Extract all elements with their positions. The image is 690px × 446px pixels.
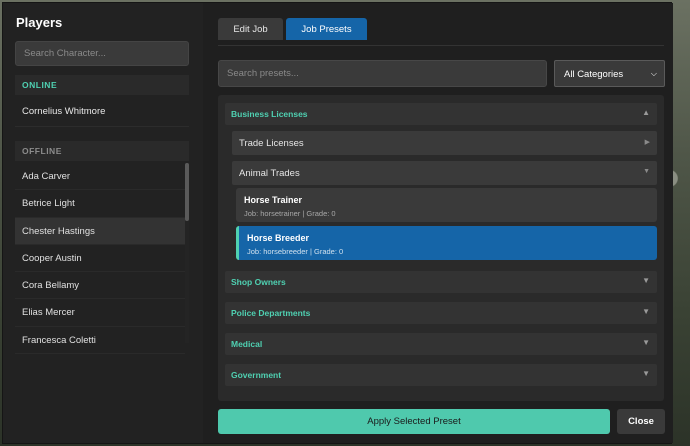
category-label: Business Licenses — [231, 109, 308, 119]
online-section-label: ONLINE — [15, 75, 189, 95]
job-manager-window: Players Search Character... ONLINE Corne… — [2, 2, 673, 444]
close-button[interactable]: Close — [617, 409, 665, 434]
dropdown-arrow-icon: ▼ — [642, 338, 650, 347]
offline-player-list: Ada Carver Betrice Light Chester Hasting… — [15, 163, 185, 355]
player-item[interactable]: Elias Mercer — [15, 299, 185, 327]
category-label: Shop Owners — [231, 277, 286, 287]
category-select-value: All Categories — [564, 69, 624, 80]
category-business-licenses[interactable]: Business Licenses ▲ — [225, 103, 657, 125]
player-item[interactable]: Francesca Coletti — [15, 327, 185, 355]
tab-divider — [218, 45, 664, 46]
dropdown-arrow-icon: ▼ — [642, 307, 650, 316]
category-shop-owners[interactable]: Shop Owners ▼ — [225, 271, 657, 293]
collapse-arrow-icon: ▲ — [642, 108, 650, 117]
search-character-input[interactable]: Search Character... — [15, 41, 189, 66]
category-government[interactable]: Government ▼ — [225, 364, 657, 386]
preset-meta: Job: horsetrainer | Grade: 0 — [244, 209, 336, 218]
player-list-scroll-thumb[interactable] — [185, 163, 189, 221]
preset-name: Horse Trainer — [244, 195, 303, 205]
player-item-online[interactable]: Cornelius Whitmore — [15, 99, 189, 127]
preset-horse-breeder[interactable]: Horse Breeder Job: horsebreeder | Grade:… — [236, 226, 657, 260]
player-item-selected[interactable]: Chester Hastings — [15, 217, 185, 245]
player-item[interactable]: Betrice Light — [15, 190, 185, 218]
subcategory-trade-licenses[interactable]: Trade Licenses ▶ — [232, 131, 657, 155]
tab-job-presets[interactable]: Job Presets — [286, 18, 367, 40]
apply-preset-button[interactable]: Apply Selected Preset — [218, 409, 610, 434]
player-item[interactable]: Cooper Austin — [15, 245, 185, 273]
category-medical[interactable]: Medical ▼ — [225, 333, 657, 355]
sidebar-title: Players — [16, 15, 63, 30]
subcategory-label: Trade Licenses — [239, 138, 304, 149]
category-label: Medical — [231, 339, 263, 349]
preset-name: Horse Breeder — [247, 233, 310, 243]
subcategory-label: Animal Trades — [239, 168, 300, 179]
expand-arrow-icon: ▶ — [644, 139, 650, 146]
chevron-down-icon: ⌵ — [650, 69, 657, 78]
offline-section-label: OFFLINE — [15, 141, 189, 161]
subcategory-animal-trades[interactable]: Animal Trades ▼ — [232, 161, 657, 185]
players-sidebar: Players Search Character... ONLINE Corne… — [3, 3, 203, 443]
search-presets-input[interactable]: Search presets... — [218, 60, 547, 87]
category-label: Government — [231, 370, 282, 380]
dropdown-arrow-icon: ▼ — [642, 276, 650, 285]
category-label: Police Departments — [231, 308, 311, 318]
presets-panel: Business Licenses ▲ Trade Licenses ▶ Ani… — [218, 95, 664, 401]
category-select[interactable]: All Categories ⌵ — [554, 60, 665, 87]
category-police-departments[interactable]: Police Departments ▼ — [225, 302, 657, 324]
preset-meta: Job: horsebreeder | Grade: 0 — [247, 247, 344, 256]
dropdown-arrow-icon: ▼ — [642, 369, 650, 378]
player-item[interactable]: Ada Carver — [15, 163, 185, 191]
player-item[interactable]: Cora Bellamy — [15, 272, 185, 300]
main-panel: Edit Job Job Presets Search presets... A… — [204, 3, 673, 443]
tab-edit-job[interactable]: Edit Job — [218, 18, 283, 40]
dropdown-arrow-icon: ▼ — [643, 168, 650, 175]
preset-horse-trainer[interactable]: Horse Trainer Job: horsetrainer | Grade:… — [236, 188, 657, 222]
